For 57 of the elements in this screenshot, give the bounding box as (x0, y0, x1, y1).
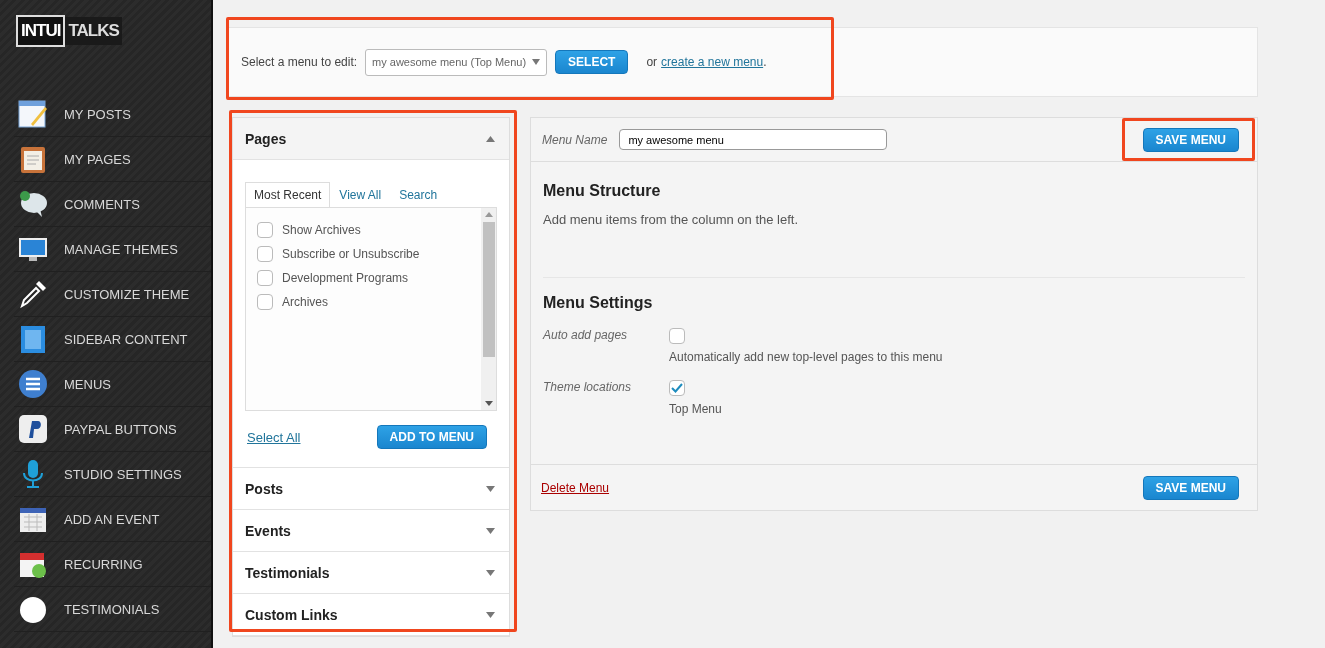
sidebar-item[interactable]: MANAGE THEMES (14, 227, 211, 272)
expand-arrow-icon[interactable] (486, 527, 495, 534)
caret-icon (532, 59, 541, 65)
logo: INTUI TALKS (16, 12, 211, 50)
setting-label: Theme locations (543, 380, 633, 396)
collapse-arrow-icon[interactable] (486, 135, 495, 142)
clipboard-icon (18, 144, 48, 174)
checkbox-label: Show Archives (282, 223, 361, 237)
sidebar-item[interactable]: MY POSTS (14, 92, 211, 137)
instruction-text: Add menu items from the column on the left. (543, 212, 800, 227)
checkbox[interactable] (669, 328, 685, 344)
p-letter-icon (18, 414, 48, 444)
grid-panel-icon (18, 324, 48, 354)
sidebar-item[interactable]: PAYPAL BUTTONS (14, 407, 211, 452)
tab[interactable]: View All (330, 182, 391, 207)
period-text: . (763, 55, 767, 69)
menu-dropdown[interactable]: my awesome menu (Top Menu) (365, 48, 548, 76)
menu-icon (18, 369, 48, 399)
sidebar-item[interactable]: ADD AN EVENT (14, 497, 211, 542)
expand-arrow-icon[interactable] (486, 611, 495, 618)
sidebar-item[interactable]: COMMENTS (14, 182, 211, 227)
scrollbar[interactable] (481, 208, 496, 410)
setting-label: Auto add pages (543, 328, 629, 344)
scroll-up-arrow-icon[interactable] (484, 212, 493, 217)
expand-arrow-icon[interactable] (486, 485, 495, 492)
or-text: or (646, 55, 658, 69)
section-heading: Menu Settings (543, 294, 654, 312)
notepad-pencil-icon (18, 99, 48, 129)
eyedropper-icon (18, 279, 48, 309)
checkbox-label: Automatically add new top-level pages to this menu (669, 350, 944, 364)
menu-name-field[interactable]: my awesome menu (619, 129, 888, 150)
sidebar-item[interactable]: SIDEBAR CONTENT (14, 317, 211, 362)
sidebar-item[interactable]: TESTIMONIALS (14, 587, 211, 632)
checkbox[interactable] (257, 246, 273, 262)
accordion-header[interactable]: Pages (233, 118, 509, 160)
delete-menu-link[interactable]: Delete Menu (541, 480, 610, 495)
checkbox-label: Subscribe or Unsubscribe (282, 247, 420, 261)
sidebar-item[interactable]: CUSTOMIZE THEME (14, 272, 211, 317)
sidebar-item[interactable]: MENUS (14, 362, 211, 407)
select-all-link[interactable]: Select All (247, 429, 301, 445)
tab[interactable]: Search (390, 182, 447, 207)
checkbox[interactable] (257, 294, 273, 310)
menu-name-label: Menu Name (542, 132, 608, 147)
sidebar-item[interactable]: MY PAGES (14, 137, 211, 182)
checkbox-label: Archives (282, 295, 328, 309)
sidebar-item[interactable]: RECURRING (14, 542, 211, 587)
checkbox[interactable] (257, 270, 273, 286)
checkbox-label: Development Programs (282, 271, 409, 285)
checkbox[interactable] (669, 380, 685, 396)
section-heading: Menu Structure (543, 182, 662, 200)
scroll-down-arrow-icon[interactable] (484, 401, 493, 406)
sidebar-item[interactable]: STUDIO SETTINGS (14, 452, 211, 497)
checkbox[interactable] (257, 222, 273, 238)
tab[interactable]: Most Recent (245, 182, 331, 207)
expand-arrow-icon[interactable] (486, 569, 495, 576)
select-label: Select a menu to edit: (241, 55, 358, 69)
checkbox-label: Top Menu (669, 402, 723, 416)
